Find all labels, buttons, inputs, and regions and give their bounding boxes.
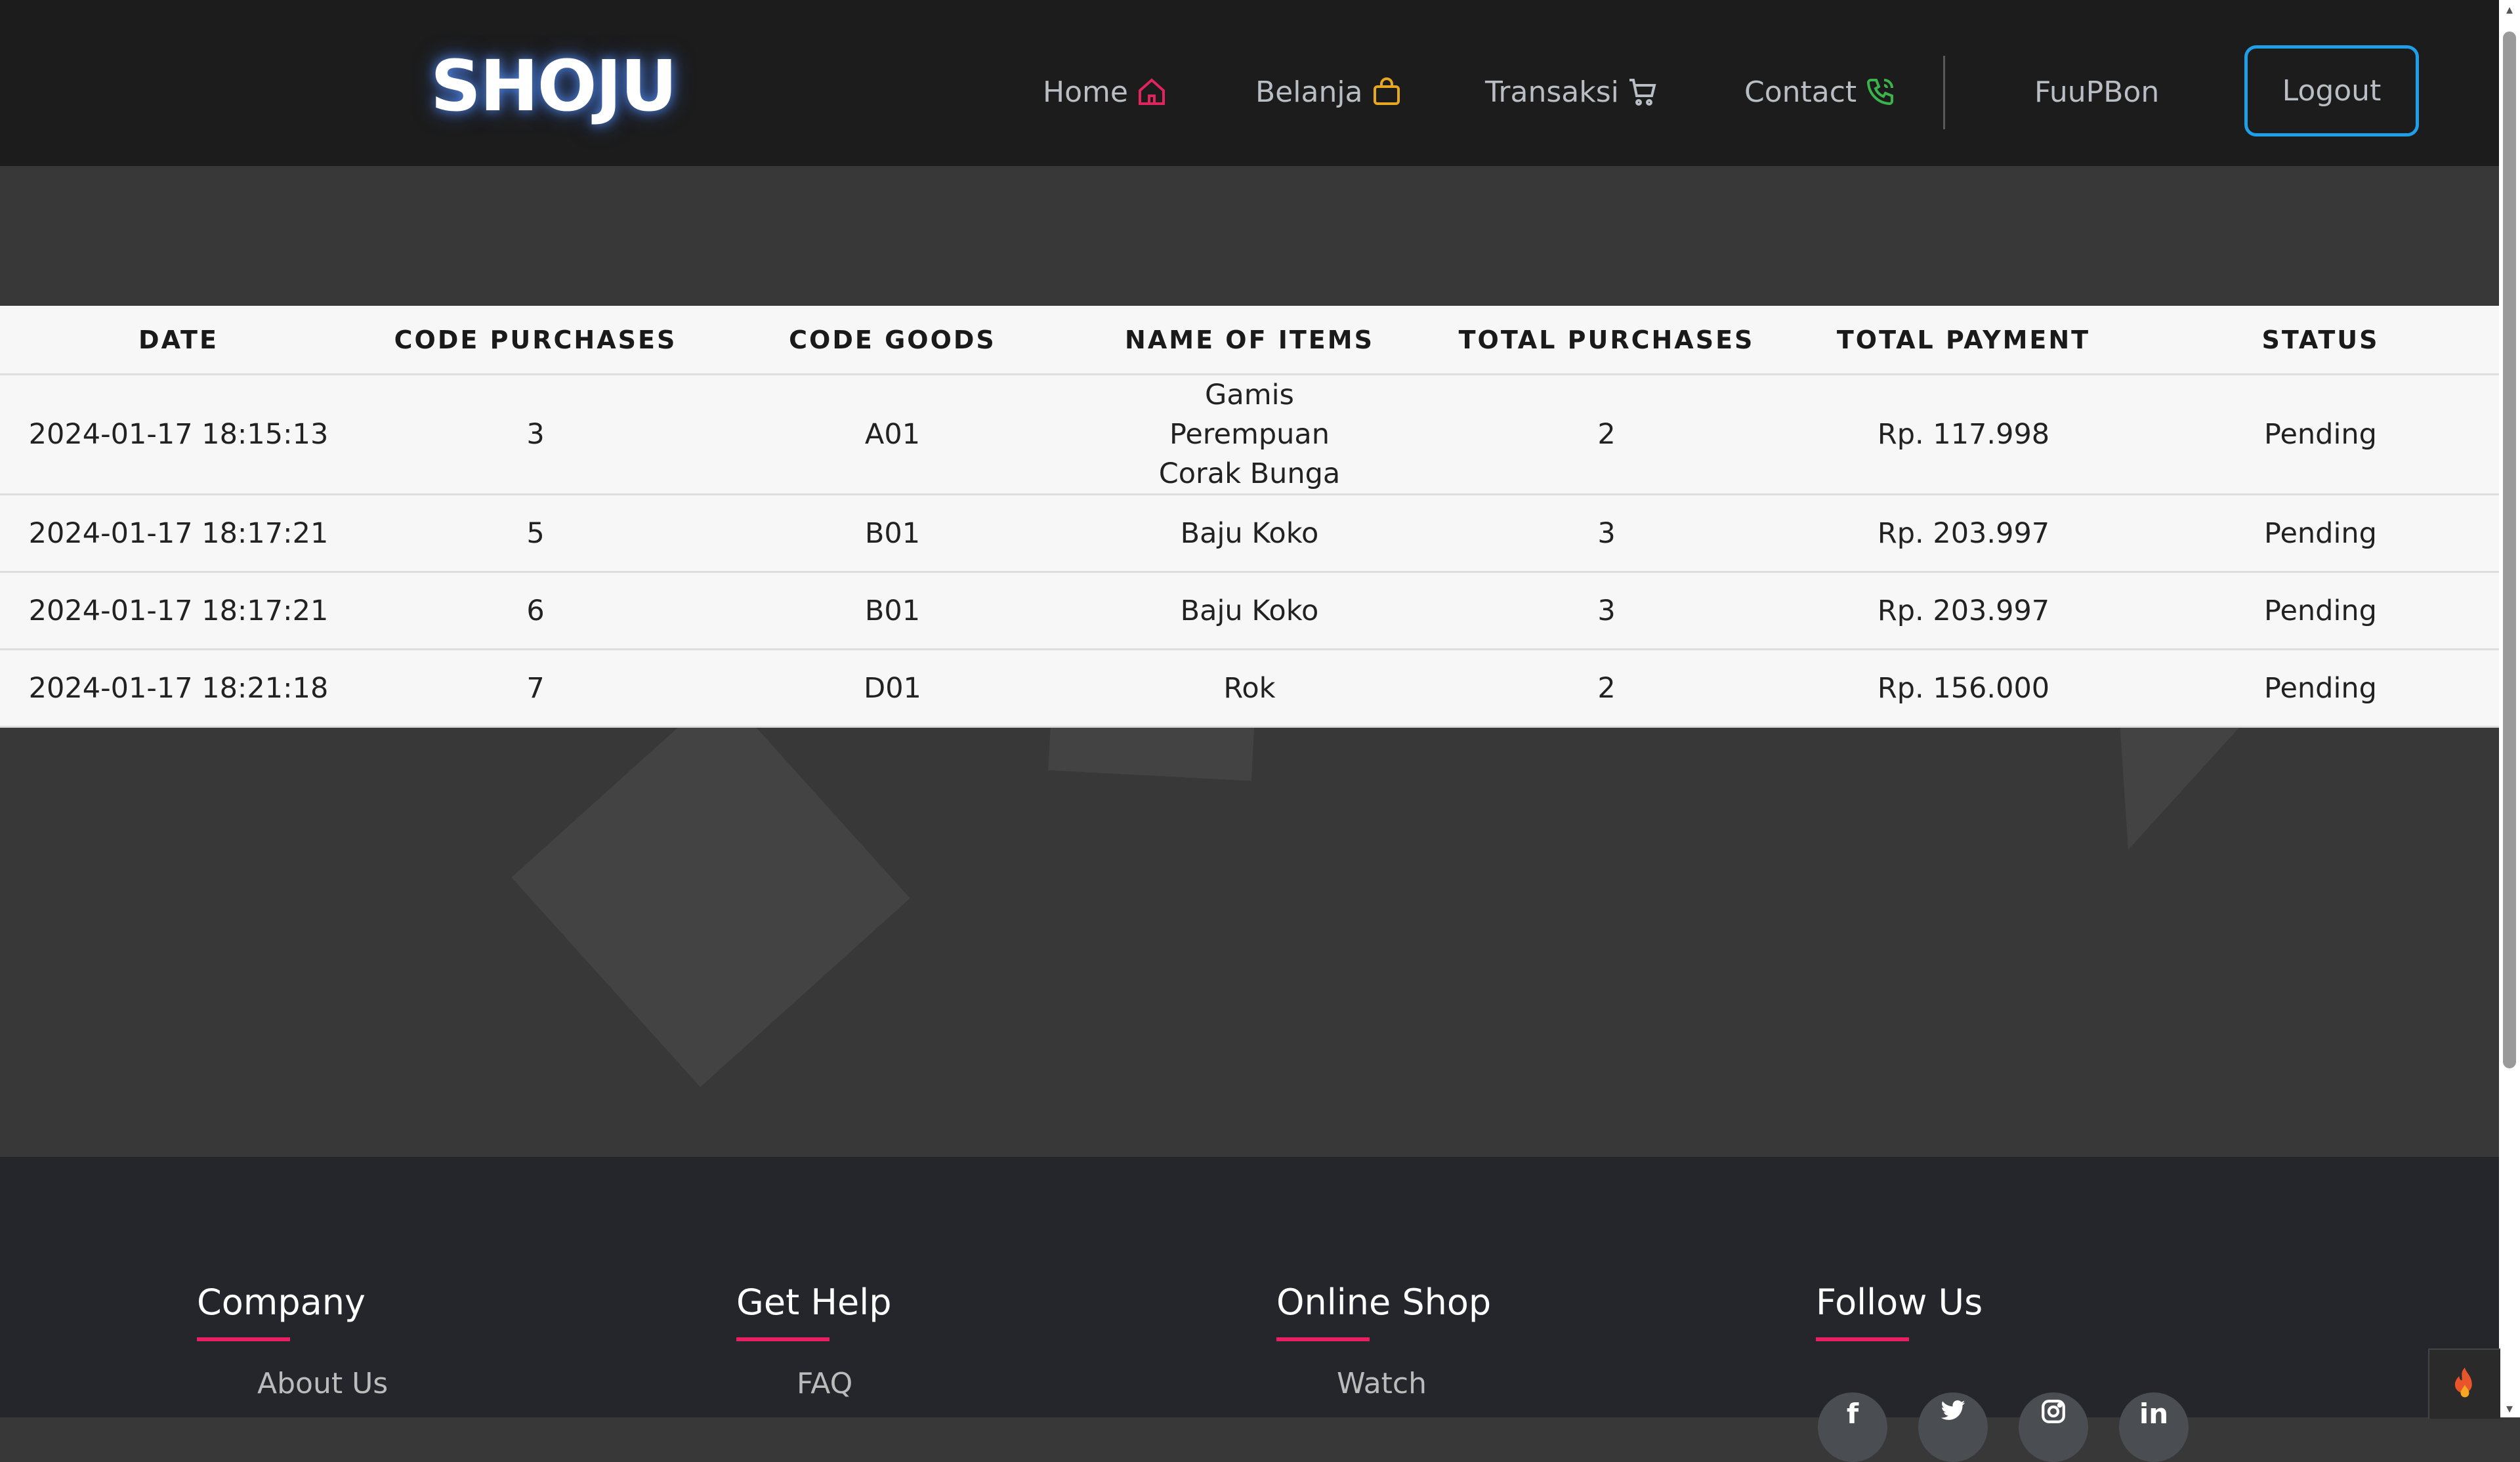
- footer-link-watch[interactable]: Watch: [1337, 1367, 1427, 1400]
- cell-code-goods: B01: [714, 494, 1071, 573]
- social-links: f in: [1818, 1392, 2189, 1462]
- cell-code-purchase: 6: [357, 572, 714, 650]
- nav-home[interactable]: Home: [1043, 69, 1167, 115]
- footer-column-follow-us: Follow Us: [1816, 1282, 1983, 1341]
- cell-total-purchases: 3: [1428, 572, 1785, 650]
- footer-heading-company: Company: [197, 1282, 366, 1323]
- twitter-icon[interactable]: [1918, 1392, 1988, 1462]
- column-header-code-goods: CODE GOODS: [714, 306, 1071, 375]
- nav-contact[interactable]: Contact: [1744, 69, 1896, 115]
- cell-item-name: Gamis Perempuan Corak Bunga: [1071, 374, 1428, 495]
- floating-widget[interactable]: [2428, 1348, 2500, 1419]
- cell-total-purchases: 2: [1428, 374, 1785, 495]
- column-header-name-of-items: NAME OF ITEMS: [1071, 306, 1428, 375]
- home-icon: [1138, 78, 1165, 105]
- nav-contact-label: Contact: [1744, 75, 1857, 109]
- nav-divider: [1943, 56, 1945, 129]
- cell-code-purchase: 5: [357, 494, 714, 573]
- footer-underline: [1816, 1337, 1909, 1341]
- scroll-up-arrow[interactable]: ▴: [2503, 3, 2516, 16]
- instagram-icon[interactable]: [2019, 1392, 2088, 1462]
- footer-heading-follow-us: Follow Us: [1816, 1282, 1983, 1323]
- cell-code-purchase: 3: [357, 374, 714, 495]
- table-header-row: DATE CODE PURCHASES CODE GOODS NAME OF I…: [0, 306, 2499, 375]
- footer-link-faq[interactable]: FAQ: [797, 1367, 852, 1400]
- cell-date: 2024-01-17 18:21:18: [0, 649, 357, 728]
- nav-belanja[interactable]: Belanja: [1255, 69, 1402, 115]
- scroll-down-arrow[interactable]: ▾: [2503, 1402, 2516, 1415]
- scrollbar-thumb[interactable]: [2503, 31, 2516, 1068]
- cell-item-name: Baju Koko: [1071, 494, 1428, 573]
- brand-logo[interactable]: SHOJU: [430, 46, 677, 127]
- table-row: 2024-01-17 18:17:21 6 B01 Baju Koko 3 Rp…: [0, 572, 2499, 650]
- cell-status: Pending: [2142, 494, 2499, 573]
- cell-item-name: Rok: [1071, 649, 1428, 728]
- cell-total-payment: Rp. 203.997: [1785, 572, 2142, 650]
- nav-transaksi-label: Transaksi: [1485, 75, 1619, 109]
- cell-status: Pending: [2142, 572, 2499, 650]
- top-navbar: SHOJU Home Belanja Transaksi Contact Fuu…: [0, 0, 2499, 166]
- cell-total-purchases: 2: [1428, 649, 1785, 728]
- column-header-total-payment: TOTAL PAYMENT: [1785, 306, 2142, 375]
- cell-status: Pending: [2142, 649, 2499, 728]
- bg-shape-diamond: [511, 688, 910, 1087]
- footer-column-online-shop: Online Shop Watch: [1276, 1282, 1492, 1400]
- nav-home-label: Home: [1043, 75, 1128, 109]
- footer-heading-online-shop: Online Shop: [1276, 1282, 1492, 1323]
- facebook-icon[interactable]: f: [1818, 1392, 1887, 1462]
- table-row: 2024-01-17 18:17:21 5 B01 Baju Koko 3 Rp…: [0, 494, 2499, 573]
- footer-column-company: Company About Us: [197, 1282, 388, 1400]
- column-header-status: STATUS: [2142, 306, 2499, 375]
- nav-transaksi[interactable]: Transaksi: [1485, 69, 1658, 115]
- fire-icon: [2454, 1367, 2472, 1397]
- footer-underline: [197, 1337, 290, 1341]
- footer-heading-get-help: Get Help: [736, 1282, 892, 1323]
- cell-total-payment: Rp. 203.997: [1785, 494, 2142, 573]
- bg-shape-triangle: [2120, 722, 2244, 850]
- user-name[interactable]: FuuPBon: [2034, 69, 2159, 115]
- cart-icon: [1629, 79, 1656, 106]
- column-header-code-purchases: CODE PURCHASES: [357, 306, 714, 375]
- footer-underline: [736, 1337, 830, 1341]
- cell-code-purchase: 7: [357, 649, 714, 728]
- table-row: 2024-01-17 18:21:18 7 D01 Rok 2 Rp. 156.…: [0, 649, 2499, 728]
- cell-date: 2024-01-17 18:17:21: [0, 572, 357, 650]
- phone-icon: [1867, 79, 1894, 106]
- table-row: 2024-01-17 18:15:13 3 A01 Gamis Perempua…: [0, 374, 2499, 495]
- cell-total-payment: Rp. 156.000: [1785, 649, 2142, 728]
- cell-total-purchases: 3: [1428, 494, 1785, 573]
- linkedin-icon[interactable]: in: [2119, 1392, 2189, 1462]
- cell-code-goods: A01: [714, 374, 1071, 495]
- cell-status: Pending: [2142, 374, 2499, 495]
- footer-underline: [1276, 1337, 1370, 1341]
- nav-belanja-label: Belanja: [1255, 75, 1363, 109]
- cell-total-payment: Rp. 117.998: [1785, 374, 2142, 495]
- transactions-table: DATE CODE PURCHASES CODE GOODS NAME OF I…: [0, 306, 2499, 728]
- cell-code-goods: D01: [714, 649, 1071, 728]
- cell-item-name: Baju Koko: [1071, 572, 1428, 650]
- site-footer: Company About Us Get Help FAQ Online Sho…: [0, 1157, 2499, 1417]
- transactions-table-container: DATE CODE PURCHASES CODE GOODS NAME OF I…: [0, 306, 2499, 728]
- cell-date: 2024-01-17 18:15:13: [0, 374, 357, 495]
- footer-column-get-help: Get Help FAQ: [736, 1282, 892, 1400]
- footer-link-about-us[interactable]: About Us: [257, 1367, 388, 1400]
- cell-date: 2024-01-17 18:17:21: [0, 494, 357, 573]
- column-header-total-purchases: TOTAL PURCHASES: [1428, 306, 1785, 375]
- logout-button[interactable]: Logout: [2244, 45, 2419, 136]
- cell-code-goods: B01: [714, 572, 1071, 650]
- column-header-date: DATE: [0, 306, 357, 375]
- shopping-bag-icon: [1373, 77, 1400, 105]
